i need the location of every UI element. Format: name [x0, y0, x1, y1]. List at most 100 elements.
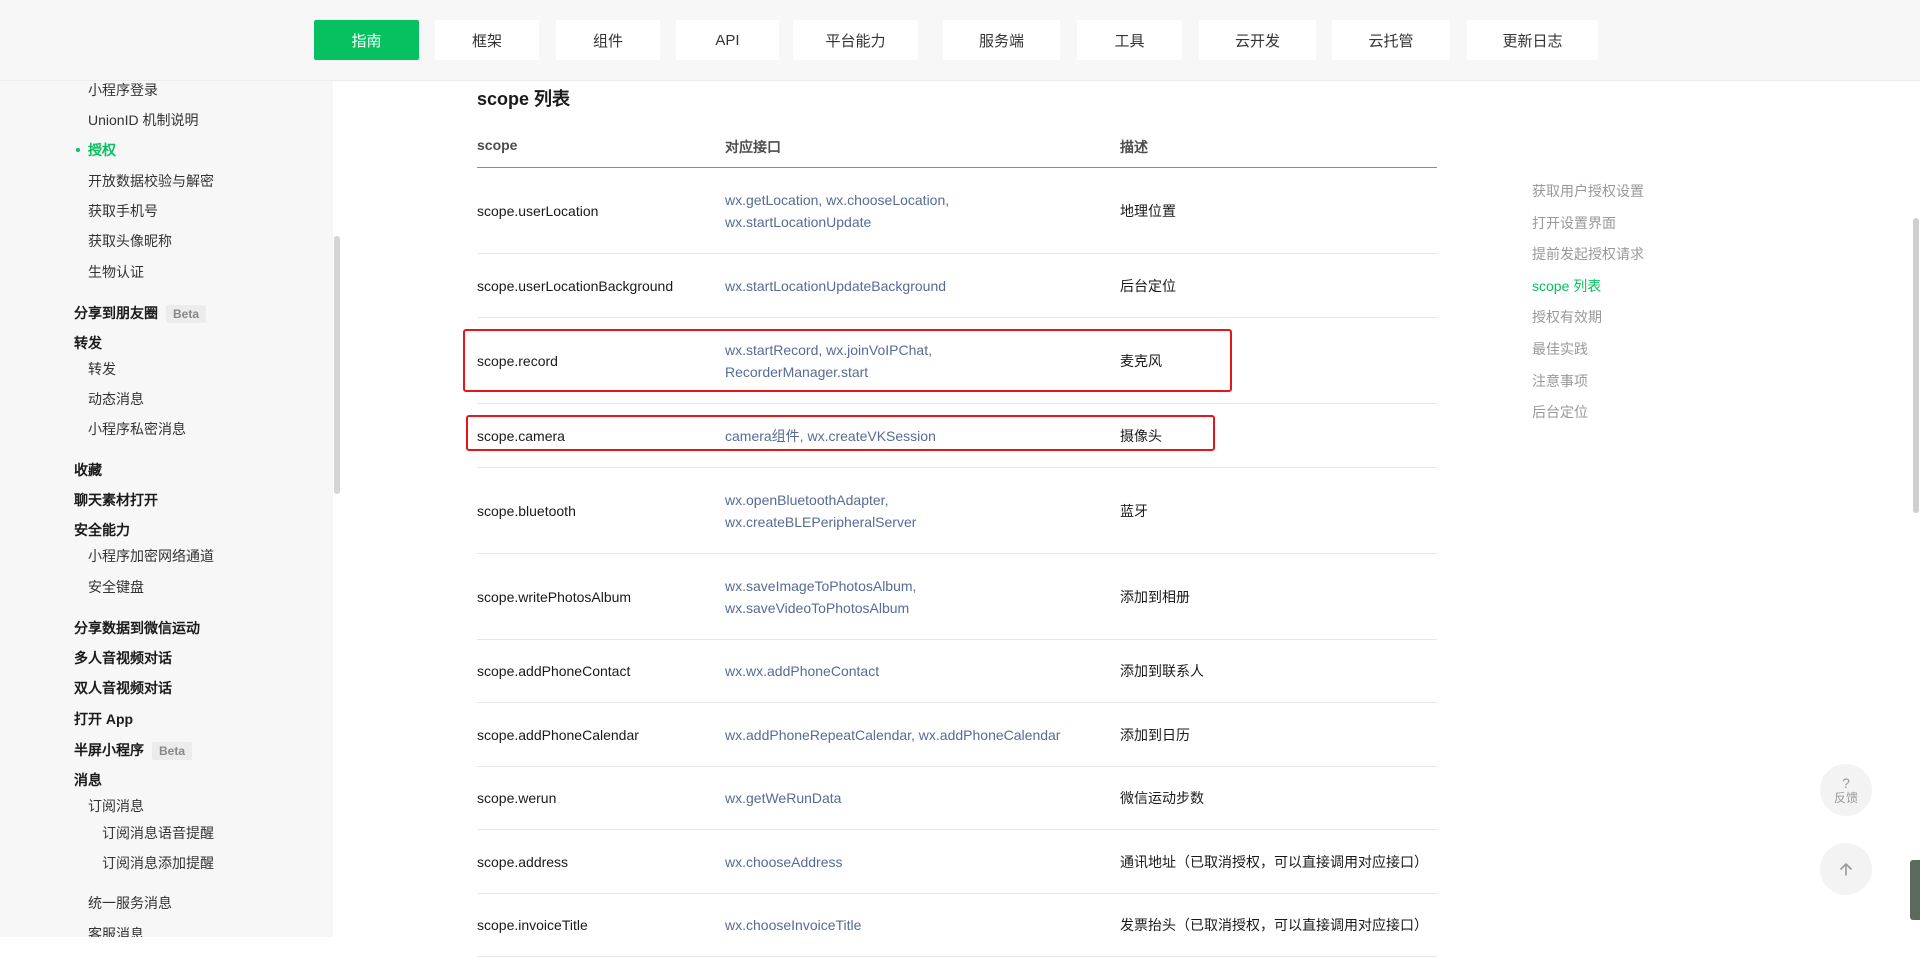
sidebar-item-label: 半屏小程序 [74, 742, 144, 758]
api-link[interactable]: wx.getLocation, wx.chooseLocation, [725, 192, 949, 208]
sidebar-item-unified-service[interactable]: 统一服务消息 [88, 893, 172, 913]
toc-item-best-practice[interactable]: 最佳实践 [1532, 339, 1588, 359]
description-cell: 微信运动步数 [1120, 790, 1204, 806]
nav-tab-guide[interactable]: 指南 [314, 20, 419, 60]
sidebar-item-encrypted-channel[interactable]: 小程序加密网络通道 [88, 546, 214, 566]
api-link[interactable]: wx.startRecord, wx.joinVoIPChat, [725, 342, 932, 358]
sidebar-item-authorize[interactable]: 授权 [76, 140, 116, 160]
description-cell: 摄像头 [1120, 427, 1162, 444]
sidebar-item-subscribe-message[interactable]: 订阅消息 [88, 796, 144, 816]
api-link[interactable]: wx.createBLEPeripheralServer [725, 514, 916, 530]
api-cell: wx.openBluetoothAdapter, wx.createBLEPeri… [725, 468, 1095, 553]
toc-item-get-settings[interactable]: 获取用户授权设置 [1532, 181, 1644, 201]
sidebar-item-forward[interactable]: 转发 [88, 359, 116, 379]
api-link[interactable]: wx.saveVideoToPhotosAlbum [725, 600, 909, 616]
sidebar-item-label: 授权 [88, 142, 116, 158]
nav-tab-server[interactable]: 服务端 [943, 20, 1060, 60]
sidebar-item-favorites[interactable]: 收藏 [74, 460, 102, 480]
description-cell: 通讯地址（已取消授权，可以直接调用对应接口） [1120, 853, 1428, 870]
scope-cell: scope.address [477, 853, 569, 870]
api-cell: camera组件, wx.createVKSession [725, 404, 1095, 467]
api-link[interactable]: RecorderManager.start [725, 364, 868, 380]
api-link[interactable]: wx.saveImageToPhotosAlbum, [725, 578, 916, 594]
sidebar-item-multi-voip[interactable]: 多人音视频对话 [74, 648, 172, 668]
active-dot-icon [76, 148, 80, 152]
sidebar-item-security[interactable]: 安全能力 [74, 520, 130, 540]
nav-tab-api[interactable]: API [676, 20, 779, 60]
api-link[interactable]: wx.openBluetoothAdapter, [725, 492, 888, 508]
scope-cell: scope.addPhoneContact [477, 663, 631, 679]
sidebar-item-phone-number[interactable]: 获取手机号 [88, 201, 158, 221]
api-link[interactable]: wx.chooseAddress [725, 851, 843, 873]
nav-tab-tools[interactable]: 工具 [1077, 20, 1182, 60]
scope-cell: scope.camera [477, 427, 565, 444]
table-row: scope.bluetooth wx.openBluetoothAdapter,… [477, 468, 1437, 554]
api-cell: wx.startLocationUpdateBackground [725, 254, 1095, 317]
api-link[interactable]: wx.addPhoneRepeatCalendar, wx.addPhoneCa… [725, 724, 1060, 746]
toc-item-pre-authorize[interactable]: 提前发起授权请求 [1532, 244, 1644, 264]
table-row: scope.invoiceTitle wx.chooseInvoiceTitle… [477, 894, 1437, 957]
api-link[interactable]: wx.getWeRunData [725, 787, 841, 809]
api-link[interactable]: wx.chooseInvoiceTitle [725, 914, 861, 936]
sidebar-item-half-screen[interactable]: 半屏小程序 Beta [74, 740, 193, 761]
nav-tab-components[interactable]: 组件 [556, 20, 660, 60]
sidebar-item-subscribe-reminder[interactable]: 订阅消息添加提醒 [102, 853, 214, 873]
scope-cell: scope.userLocationBackground [477, 277, 674, 294]
description-cell: 添加到相册 [1120, 588, 1190, 605]
sidebar-item-label: 分享到朋友圈 [74, 305, 158, 321]
sidebar-item-customer-service[interactable]: 客服消息 [88, 924, 144, 937]
column-header-scope: scope [477, 137, 518, 153]
page-scrollbar[interactable] [1913, 218, 1919, 513]
api-link[interactable]: wx.wx.addPhoneContact [725, 660, 879, 682]
sidebar-scrollbar[interactable] [334, 236, 340, 494]
nav-tab-cloud-dev[interactable]: 云开发 [1199, 20, 1316, 60]
api-link[interactable]: wx.startLocationUpdate [725, 214, 871, 230]
table-row: scope.addPhoneCalendar wx.addPhoneRepeat… [477, 703, 1437, 767]
api-cell: wx.getLocation, wx.chooseLocation, wx.sta… [725, 168, 1095, 253]
scope-cell: scope.addPhoneCalendar [477, 726, 639, 743]
sidebar-item-secure-keyboard[interactable]: 安全键盘 [88, 577, 144, 597]
sidebar-item-open-app[interactable]: 打开 App [74, 709, 133, 729]
toc-item-scope-list[interactable]: scope 列表 [1532, 276, 1601, 296]
sidebar-item-chat-material[interactable]: 聊天素材打开 [74, 490, 158, 510]
sidebar-item-biometric[interactable]: 生物认证 [88, 262, 144, 282]
sidebar-item-dynamic-message[interactable]: 动态消息 [88, 389, 144, 409]
sidebar-item-duo-voip[interactable]: 双人音视频对话 [74, 678, 172, 698]
toc-item-background-location[interactable]: 后台定位 [1532, 402, 1588, 422]
beta-badge: Beta [166, 305, 207, 324]
sidebar-item-werun-share[interactable]: 分享数据到微信运动 [74, 618, 200, 638]
api-cell: wx.chooseInvoiceTitle [725, 894, 1095, 956]
feedback-button[interactable]: ? 反馈 [1820, 764, 1872, 816]
sidebar-item-login[interactable]: 小程序登录 [88, 81, 158, 100]
table-row: scope.addPhoneContact wx.wx.addPhoneCont… [477, 640, 1437, 703]
toc-item-validity[interactable]: 授权有效期 [1532, 307, 1602, 327]
sidebar-item-forward-group[interactable]: 转发 [74, 333, 102, 353]
sidebar-item-share-moments[interactable]: 分享到朋友圈 Beta [74, 303, 207, 324]
scope-cell: scope.invoiceTitle [477, 917, 588, 933]
description-cell: 蓝牙 [1120, 502, 1148, 519]
nav-tab-cloud-hosting[interactable]: 云托管 [1332, 20, 1450, 60]
api-cell: wx.startRecord, wx.joinVoIPChat, Recorder… [725, 318, 1095, 403]
arrow-up-icon [1840, 863, 1852, 876]
toc-item-notes[interactable]: 注意事项 [1532, 371, 1588, 391]
api-link[interactable]: camera组件, wx.createVKSession [725, 425, 936, 447]
sidebar-item-unionid[interactable]: UnionID 机制说明 [88, 110, 198, 130]
toc-item-open-settings[interactable]: 打开设置界面 [1532, 213, 1616, 233]
nav-tab-changelog[interactable]: 更新日志 [1467, 20, 1598, 60]
column-header-description: 描述 [1120, 139, 1148, 155]
scope-cell: scope.writePhotosAlbum [477, 588, 632, 605]
table-row: scope.camera camera组件, wx.createVKSessio… [477, 404, 1437, 468]
back-to-top-button[interactable] [1820, 843, 1872, 895]
sidebar-item-data-decrypt[interactable]: 开放数据校验与解密 [88, 171, 214, 191]
api-link[interactable]: wx.startLocationUpdateBackground [725, 275, 946, 297]
description-cell: 添加到联系人 [1120, 663, 1204, 679]
sidebar-item-avatar-nickname[interactable]: 获取头像昵称 [88, 231, 172, 251]
table-header: scope 对应接口 描述 [477, 133, 1437, 168]
sidebar-item-subscribe-voice[interactable]: 订阅消息语音提醒 [102, 823, 214, 843]
sidebar: 小程序登录 UnionID 机制说明 授权 开放数据校验与解密 获取手机号 获取… [0, 81, 333, 937]
nav-tab-framework[interactable]: 框架 [435, 20, 539, 60]
nav-tab-platform[interactable]: 平台能力 [793, 20, 918, 60]
sidebar-item-private-message[interactable]: 小程序私密消息 [88, 419, 186, 439]
side-widget[interactable] [1910, 860, 1920, 920]
sidebar-item-message[interactable]: 消息 [74, 770, 102, 790]
